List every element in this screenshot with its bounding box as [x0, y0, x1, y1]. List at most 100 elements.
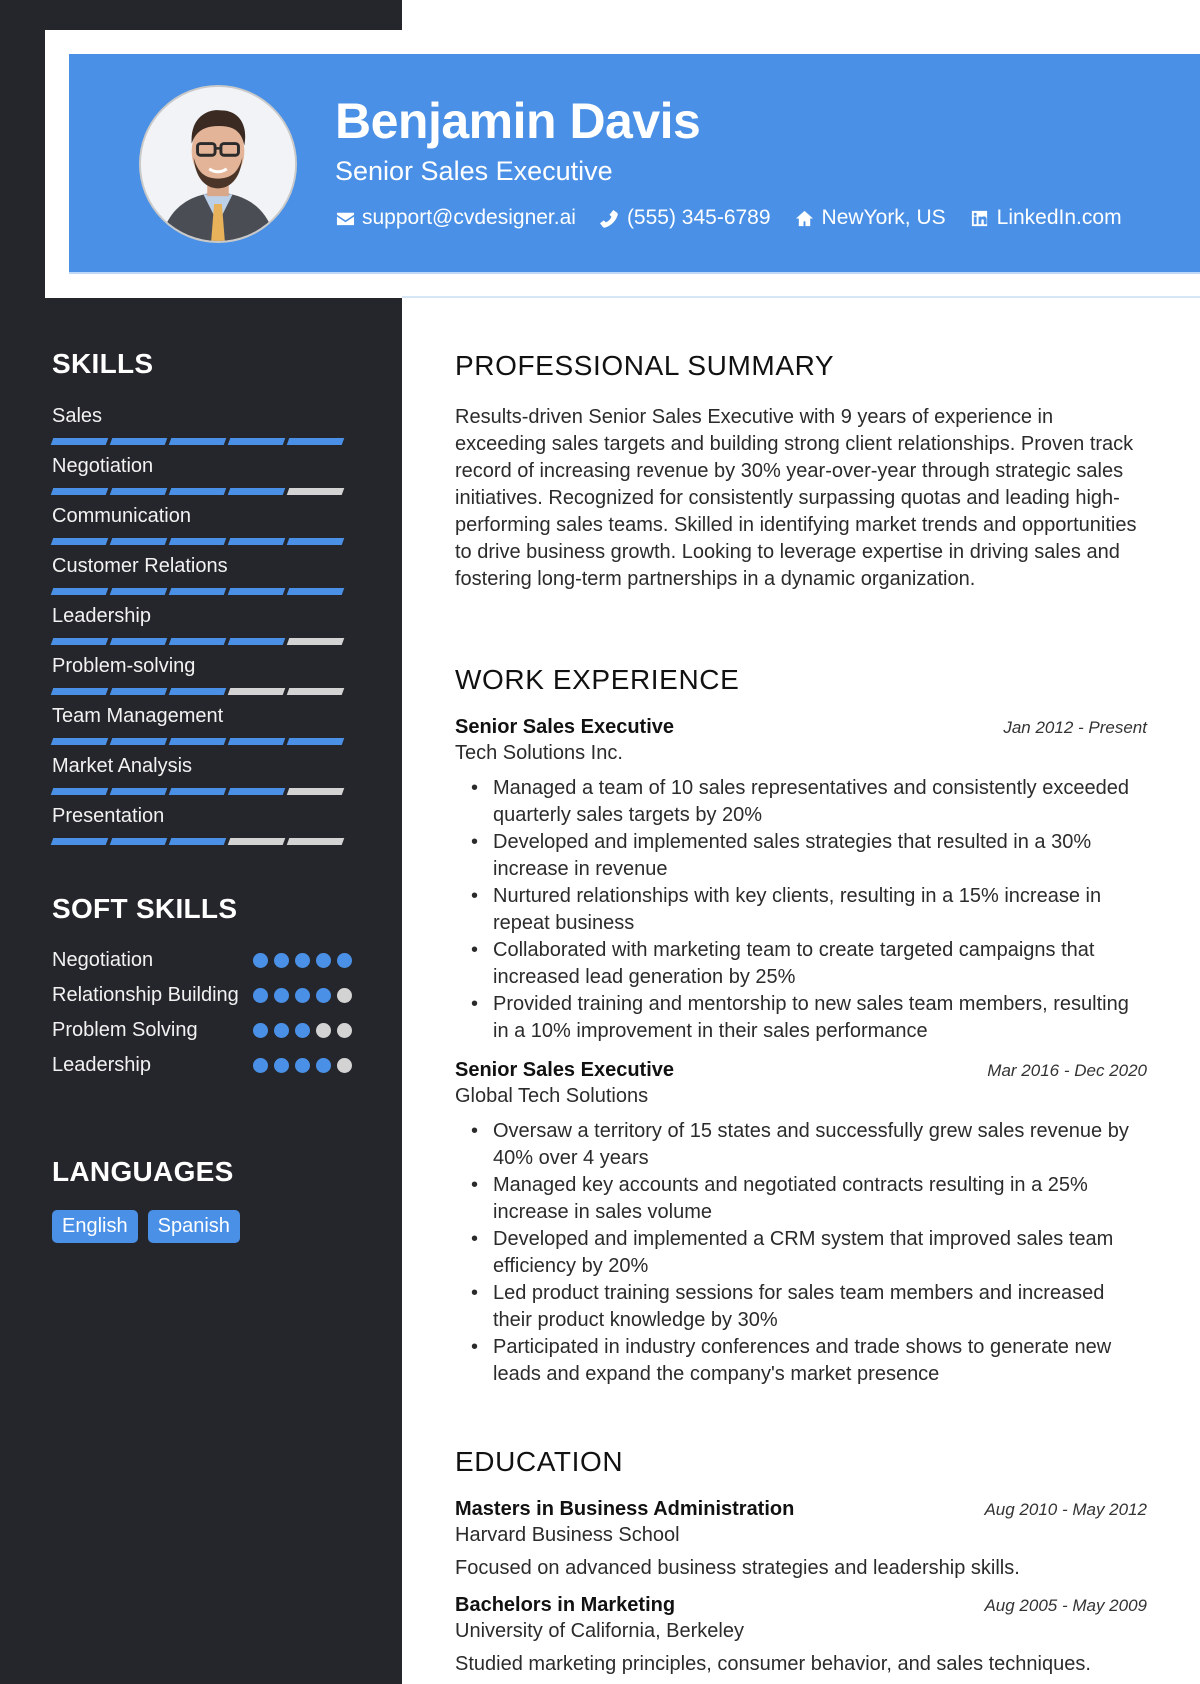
skill-segment-filled: [109, 588, 168, 595]
soft-skill-item: Relationship Building: [52, 982, 352, 1009]
skills-list: Sales Negotiation Communication Customer Re…: [50, 400, 352, 850]
job-bullet: Nurtured relationships with key clients,…: [471, 883, 1147, 937]
skill-segment-filled: [286, 738, 345, 745]
skill-segment-filled: [109, 738, 168, 745]
skill-segment-filled: [227, 738, 286, 745]
degree-name: Bachelors in Marketing: [455, 1594, 676, 1616]
job-bullet: Collaborated with marketing team to crea…: [471, 937, 1147, 991]
skill-segment-filled: [227, 488, 286, 495]
skill-item: Leadership: [50, 600, 352, 650]
skill-segment-filled: [50, 488, 109, 495]
contact-linkedin[interactable]: LinkedIn.com: [970, 206, 1122, 230]
skill-segment-filled: [50, 838, 109, 845]
skill-item: Market Analysis: [50, 750, 352, 800]
soft-skill-name: Negotiation: [52, 949, 154, 971]
skill-segment-filled: [50, 438, 109, 445]
skill-name: Presentation: [52, 805, 165, 827]
contact-email[interactable]: support@cvdesigner.ai: [335, 206, 576, 230]
skill-segment-filled: [168, 688, 227, 695]
experience-section: WORK EXPERIENCE Senior Sales Executive Ja…: [455, 664, 1147, 1402]
skill-level-bar: [50, 532, 352, 550]
rating-dot-filled: [274, 988, 289, 1003]
skill-segment-filled: [168, 488, 227, 495]
skill-segment-filled: [109, 488, 168, 495]
job-title: Senior Sales Executive: [455, 1059, 675, 1081]
skill-segment-empty: [286, 638, 345, 645]
education-section: EDUCATION Masters in Business Administra…: [455, 1446, 1147, 1684]
rating-dot-filled: [295, 1023, 310, 1038]
skill-level-bar: [50, 482, 352, 500]
job-bullet: Participated in industry conferences and…: [471, 1334, 1147, 1388]
skill-segment-filled: [286, 438, 345, 445]
rating-dot-filled: [253, 1023, 268, 1038]
contact-linkedin-label: LinkedIn.com: [996, 206, 1122, 229]
skill-segment-filled: [286, 588, 345, 595]
soft-skills-heading: SOFT SKILLS: [52, 893, 238, 924]
rating-dot-empty: [337, 1058, 352, 1073]
skill-name: Problem-solving: [52, 655, 196, 677]
contact-location: NewYork, US: [795, 206, 946, 230]
skill-name: Team Management: [52, 705, 224, 727]
skill-segment-filled: [50, 788, 109, 795]
envelope-icon: [335, 208, 355, 228]
rating-dot-empty: [316, 1023, 331, 1038]
contact-phone[interactable]: (555) 345-6789: [600, 206, 771, 230]
languages-heading: LANGUAGES: [52, 1156, 234, 1187]
job-bullet-list: Oversaw a territory of 15 states and suc…: [471, 1118, 1147, 1388]
job-bullet: Managed key accounts and negotiated cont…: [471, 1172, 1147, 1226]
skill-segment-filled: [109, 838, 168, 845]
skill-level-bar: [50, 782, 352, 800]
skill-segment-filled: [168, 538, 227, 545]
skill-segment-filled: [227, 588, 286, 595]
soft-skill-rating: [253, 947, 352, 968]
rating-dot-filled: [253, 988, 268, 1003]
job-bullet: Provided training and mentorship to new …: [471, 991, 1147, 1045]
skill-name: Communication: [52, 505, 191, 527]
education-heading: EDUCATION: [455, 1446, 624, 1477]
skill-item: Negotiation: [50, 450, 352, 500]
job-bullet: Developed and implemented a CRM system t…: [471, 1226, 1147, 1280]
rating-dot-filled: [337, 953, 352, 968]
education-description: Studied marketing principles, consumer b…: [455, 1653, 1091, 1675]
skill-level-bar: [50, 432, 352, 450]
rating-dot-filled: [274, 1058, 289, 1073]
skill-item: Team Management: [50, 700, 352, 750]
rating-dot-filled: [295, 1058, 310, 1073]
soft-skill-name: Relationship Building: [52, 984, 239, 1006]
rating-dot-filled: [274, 1023, 289, 1038]
home-icon: [795, 208, 815, 228]
skill-segment-filled: [50, 538, 109, 545]
profile-photo: [139, 85, 297, 243]
education-description: Focused on advanced business strategies …: [455, 1557, 1020, 1579]
skill-level-bar: [50, 632, 352, 650]
education-entry: Masters in Business Administration Aug 20…: [455, 1498, 1147, 1582]
soft-skills-list: Negotiation Relationship Building Problem …: [52, 947, 352, 1079]
skill-segment-empty: [286, 788, 345, 795]
skill-item: Problem-solving: [50, 650, 352, 700]
job-bullet: Developed and implemented sales strategi…: [471, 829, 1147, 883]
contact-email-label: support@cvdesigner.ai: [362, 206, 576, 229]
skill-name: Sales: [52, 405, 103, 427]
skill-segment-filled: [168, 738, 227, 745]
summary-text: Results-driven Senior Sales Executive wi…: [455, 406, 1137, 590]
soft-skill-item: Problem Solving: [52, 1017, 352, 1044]
job-dates: Mar 2016 - Dec 2020: [987, 1061, 1147, 1080]
education-entry-header: Masters in Business Administration Aug 20…: [455, 1498, 1147, 1521]
rating-dot-filled: [316, 1058, 331, 1073]
skill-segment-filled: [227, 538, 286, 545]
soft-skill-name: Leadership: [52, 1054, 151, 1076]
skill-segment-filled: [109, 638, 168, 645]
skill-segment-filled: [286, 538, 345, 545]
skill-segment-filled: [168, 838, 227, 845]
skill-segment-filled: [168, 638, 227, 645]
skill-segment-filled: [50, 688, 109, 695]
linkedin-icon: [970, 208, 990, 228]
skill-segment-filled: [168, 438, 227, 445]
skills-section: SKILLS Sales Negotiation Communication Cust…: [50, 348, 352, 850]
experience-entry: Senior Sales Executive Mar 2016 - Dec 202…: [455, 1059, 1147, 1388]
job-bullet: Oversaw a territory of 15 states and suc…: [471, 1118, 1147, 1172]
skill-segment-empty: [227, 838, 286, 845]
soft-skills-section: SOFT SKILLS Negotiation Relationship Buil…: [52, 893, 352, 1087]
skill-segment-filled: [168, 588, 227, 595]
rating-dot-filled: [295, 953, 310, 968]
